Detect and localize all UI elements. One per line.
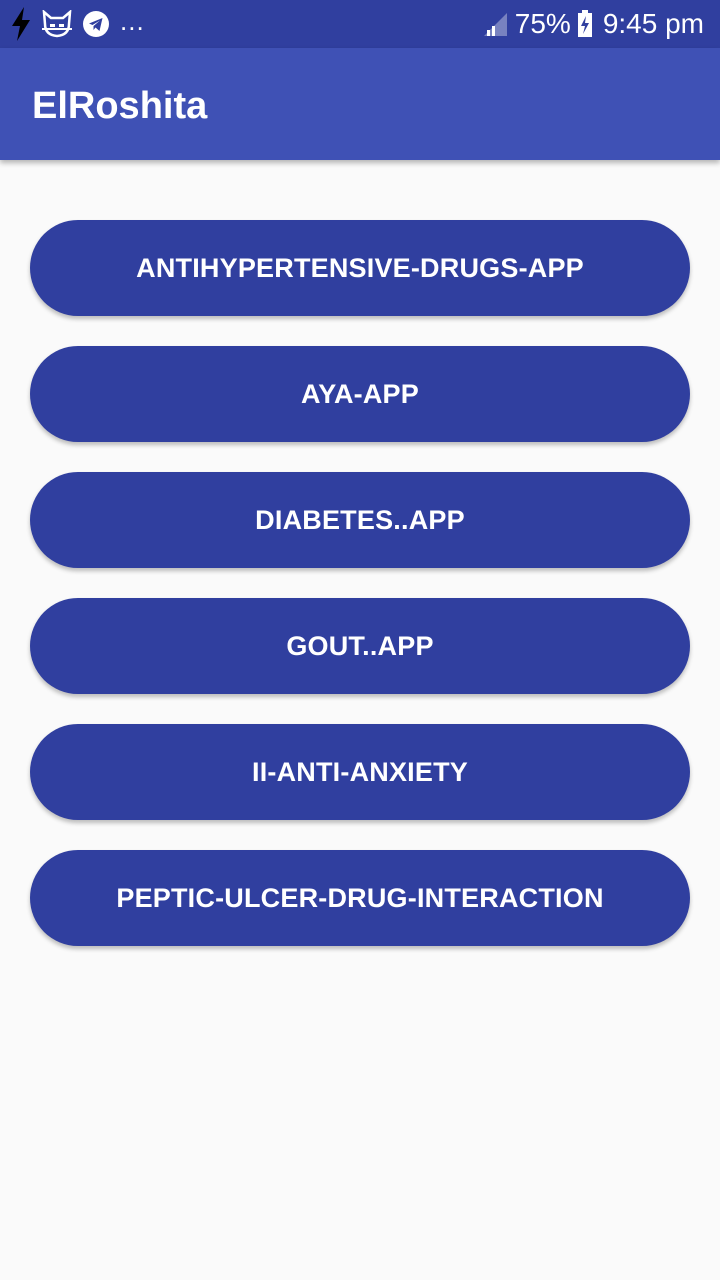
anti-anxiety-button[interactable]: II-ANTI-ANXIETY [30, 724, 690, 820]
antihypertensive-drugs-app-button[interactable]: ANTIHYPERTENSIVE-DRUGS-APP [30, 220, 690, 316]
status-bar: ... 75% 9:45 pm [0, 0, 720, 48]
signal-icon [483, 11, 509, 37]
status-notifications: ... [10, 0, 145, 48]
telegram-icon [82, 10, 110, 38]
battery-percent: 75% [514, 8, 571, 39]
app-bar: ElRoshita [0, 48, 720, 160]
overflow-indicator: ... [120, 6, 145, 36]
gout-app-button[interactable]: GOUT..APP [30, 598, 690, 694]
aya-app-button[interactable]: AYA-APP [30, 346, 690, 442]
cat-icon [42, 10, 72, 38]
menu-list: ANTIHYPERTENSIVE-DRUGS-APP AYA-APP DIABE… [0, 160, 720, 1280]
flash-icon [10, 7, 32, 41]
battery-charging-icon [577, 10, 593, 38]
status-time: 9:45 pm [602, 8, 704, 39]
app-title: ElRoshita [32, 85, 208, 127]
status-system: 75% 9:45 pm [483, 0, 704, 48]
peptic-ulcer-drug-interaction-button[interactable]: PEPTIC-ULCER-DRUG-INTERACTION [30, 850, 690, 946]
diabetes-app-button[interactable]: DIABETES..APP [30, 472, 690, 568]
